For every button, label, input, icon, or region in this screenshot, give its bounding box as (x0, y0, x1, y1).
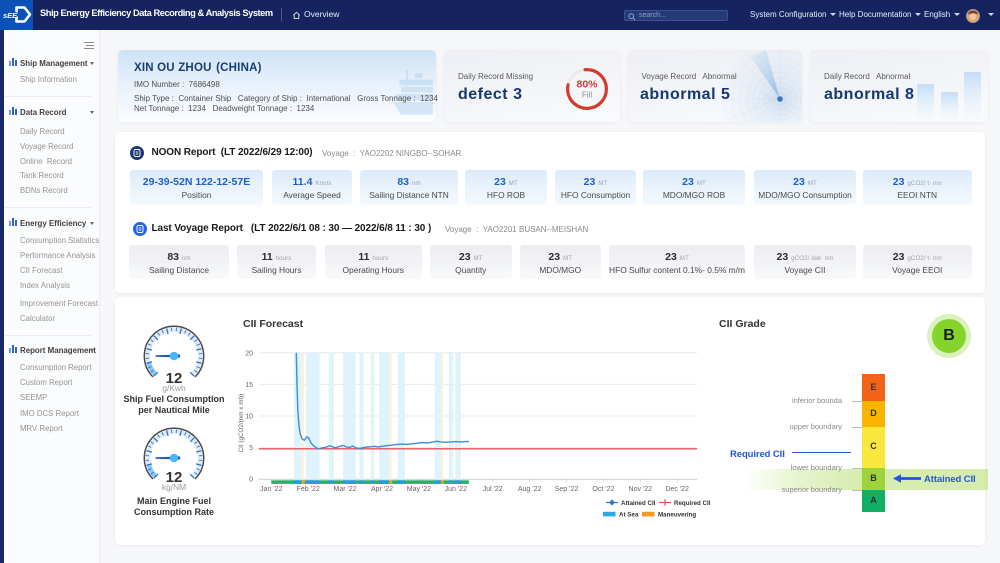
svg-text:Oct '22: Oct '22 (592, 486, 614, 493)
svg-text:Attained CII: Attained CII (621, 500, 656, 507)
svg-text:Fill: Fill (582, 91, 592, 100)
svg-text:Feb '22: Feb '22 (297, 486, 320, 493)
svg-text:80%: 80% (576, 79, 598, 91)
svg-text:Required CII: Required CII (674, 500, 711, 507)
svg-text:Jan '22: Jan '22 (260, 486, 282, 493)
svg-text:Mar '22: Mar '22 (334, 486, 357, 493)
svg-text:Nov '22: Nov '22 (629, 486, 653, 493)
svg-text:Maneuvering: Maneuvering (658, 511, 696, 518)
svg-text:Jun '22: Jun '22 (445, 486, 467, 493)
svg-text:sEE: sEE (3, 11, 18, 20)
svg-text:Sep '22: Sep '22 (555, 486, 579, 493)
svg-text:10: 10 (245, 414, 253, 421)
svg-text:Apr '22: Apr '22 (371, 486, 393, 493)
svg-text:CII (gCO2/(nm x mt)): CII (gCO2/(nm x mt)) (238, 394, 245, 453)
svg-text:15: 15 (245, 382, 253, 389)
svg-text:5: 5 (249, 445, 253, 452)
svg-text:Dec '22: Dec '22 (665, 486, 689, 493)
svg-text:At Sea: At Sea (619, 511, 639, 518)
svg-text:0: 0 (249, 477, 253, 484)
svg-text:Aug '22: Aug '22 (518, 486, 542, 493)
svg-text:May '22: May '22 (407, 486, 431, 493)
svg-text:Jul '22: Jul '22 (483, 486, 503, 493)
svg-text:20: 20 (245, 350, 253, 357)
